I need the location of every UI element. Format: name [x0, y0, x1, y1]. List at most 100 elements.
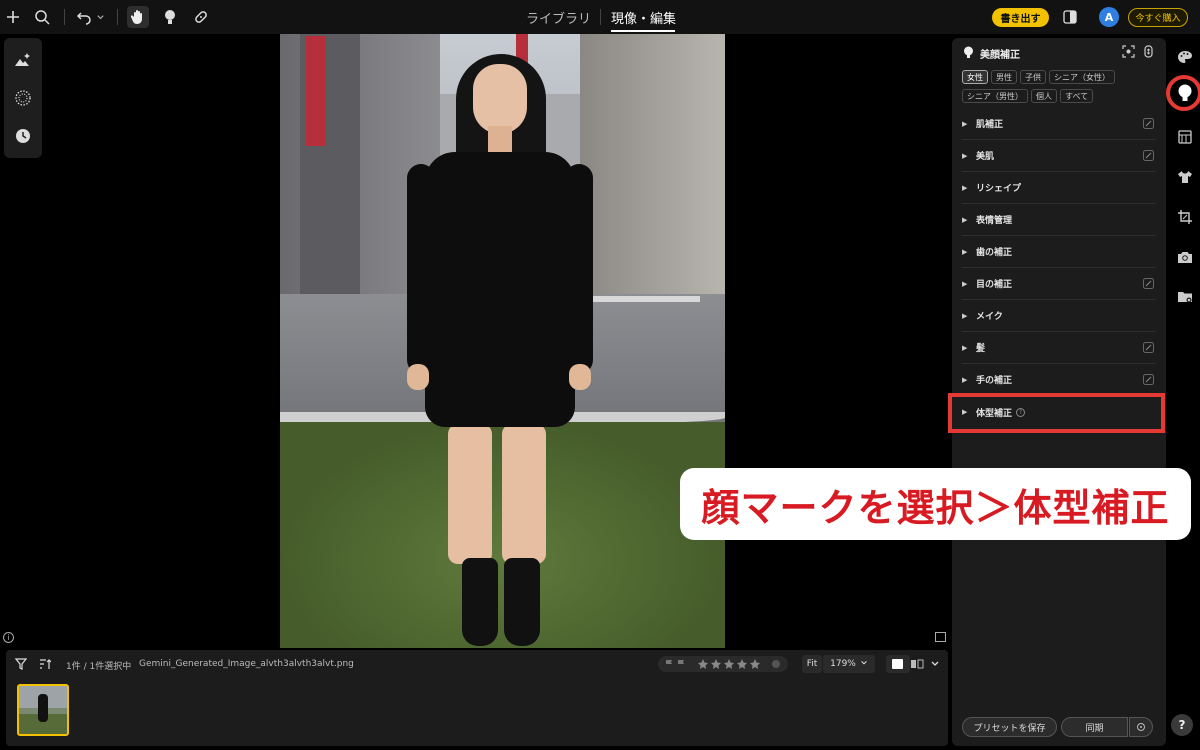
palette-icon[interactable] [1174, 46, 1196, 68]
section-label: 手の補正 [976, 376, 1013, 386]
color-label-icon [772, 660, 780, 668]
section-label: 髪 [976, 344, 986, 354]
square-icon [892, 659, 903, 669]
chip-senior-female[interactable]: シニア（女性） [1049, 70, 1115, 84]
expand-triangle-icon: ▶ [962, 151, 968, 160]
sort-icon[interactable] [34, 653, 56, 675]
selection-count: 1件 / 1件選択中 [66, 662, 132, 672]
section-label: リシェイプ [976, 184, 1022, 194]
photo-crosswalk [580, 296, 700, 302]
photo-building [580, 34, 725, 314]
section-teeth[interactable]: ▶ 歯の補正 [962, 236, 1156, 268]
hand-tool-icon[interactable] [127, 6, 149, 28]
search-icon[interactable] [31, 6, 53, 28]
tab-develop-edit[interactable]: 現像・編集 [611, 8, 676, 27]
photo-person-hand [407, 364, 429, 390]
photo-person-leg [448, 424, 492, 564]
gear-icon [1137, 723, 1145, 731]
expand-triangle-icon: ▶ [962, 247, 968, 256]
avatar[interactable]: A [1099, 7, 1119, 27]
help-button[interactable]: ? [1171, 714, 1193, 736]
panel-toggle-icon[interactable] [1059, 6, 1081, 28]
thumb-figure [38, 694, 48, 722]
thumbnail[interactable] [17, 684, 69, 736]
chip-all[interactable]: すべて [1060, 89, 1094, 103]
gradient-icon[interactable] [1174, 126, 1196, 148]
panel-title: 美顔補正 [980, 50, 1020, 61]
photo-person-boot [462, 558, 498, 646]
section-label: 美肌 [976, 152, 995, 162]
file-name: Gemini_Generated_Image_alvth3alvth3alvt.… [139, 659, 354, 669]
edit-pencil-icon[interactable] [1143, 374, 1154, 385]
section-reshape[interactable]: ▶ リシェイプ [962, 172, 1156, 204]
star-icon [698, 659, 760, 669]
divider [600, 9, 601, 25]
photo-person-boot [504, 558, 540, 646]
section-makeup[interactable]: ▶ メイク [962, 300, 1156, 332]
section-beauty-skin[interactable]: ▶ 美肌 [962, 140, 1156, 172]
section-hair[interactable]: ▶ 髪 [962, 332, 1156, 364]
chip-individual[interactable]: 個人 [1031, 89, 1057, 103]
expand-triangle-icon: ▶ [962, 119, 968, 128]
chevron-down-icon[interactable] [924, 653, 946, 675]
camera-icon[interactable] [1174, 246, 1196, 268]
expand-collapse-icon[interactable] [1142, 45, 1155, 58]
photo-person-neck [488, 126, 512, 154]
face-tool-icon[interactable] [159, 6, 181, 28]
section-eyes[interactable]: ▶ 目の補正 [962, 268, 1156, 300]
active-tab-indicator [611, 30, 675, 32]
face-detect-icon[interactable] [1122, 45, 1135, 58]
section-skin-retouch[interactable]: ▶ 肌補正 [962, 108, 1156, 140]
filmstrip: 1件 / 1件選択中 Gemini_Generated_Image_alvth3… [6, 650, 948, 746]
chevron-down-icon [860, 659, 868, 670]
book-icon[interactable] [935, 632, 946, 642]
sync-options-button[interactable] [1129, 717, 1153, 737]
chip-senior-male[interactable]: シニア（男性） [962, 89, 1028, 103]
filter-icon[interactable] [10, 653, 32, 675]
expand-triangle-icon: ▶ [962, 343, 968, 352]
zoom-select[interactable]: 179% [823, 655, 875, 673]
section-label: 目の補正 [976, 280, 1013, 290]
auto-enhance-icon[interactable] [13, 50, 33, 70]
shirt-icon[interactable] [1174, 166, 1196, 188]
add-icon[interactable] [2, 6, 24, 28]
photo-person-leg [502, 424, 546, 564]
section-expression[interactable]: ▶ 表情管理 [962, 204, 1156, 236]
edit-pencil-icon[interactable] [1143, 118, 1154, 129]
fit-button[interactable]: Fit [802, 655, 822, 673]
chip-child[interactable]: 子供 [1020, 70, 1046, 84]
rating-bar [658, 656, 788, 672]
sync-button[interactable]: 同期 [1061, 717, 1128, 737]
buy-now-button[interactable]: 今すぐ購入 [1128, 8, 1188, 27]
section-hands[interactable]: ▶ 手の補正 [962, 364, 1156, 396]
photo-person-hand [569, 364, 591, 390]
expand-triangle-icon: ▶ [962, 311, 968, 320]
edit-pencil-icon[interactable] [1143, 342, 1154, 353]
face-icon-highlight-ring [1166, 75, 1200, 111]
expand-triangle-icon: ▶ [962, 215, 968, 224]
section-label: 肌補正 [976, 120, 1004, 130]
bandage-icon[interactable] [190, 6, 212, 28]
photo-canvas[interactable] [280, 34, 725, 648]
export-button[interactable]: 書き出す [992, 8, 1049, 27]
face-icon [963, 46, 974, 58]
flag-icon [666, 660, 672, 669]
save-preset-button[interactable]: プリセットを保存 [962, 717, 1057, 737]
undo-icon[interactable] [73, 6, 95, 28]
edit-pencil-icon[interactable] [1143, 150, 1154, 161]
info-icon[interactable]: i [3, 632, 14, 643]
face-retouch-panel: 美顔補正 女性 男性 子供 シニア（女性） シニア（男性） 個人 すべて ▶ 肌… [952, 38, 1166, 746]
undo-history-chevron-icon[interactable] [93, 6, 107, 28]
photo-person-dress [425, 152, 575, 427]
chip-male[interactable]: 男性 [991, 70, 1017, 84]
noise-pattern-icon[interactable] [13, 88, 33, 108]
instruction-callout: 顔マークを選択＞体型補正 [680, 468, 1191, 540]
tab-library[interactable]: ライブラリ [526, 8, 591, 27]
crop-icon[interactable] [1174, 206, 1196, 228]
folder-settings-icon[interactable] [1174, 286, 1196, 308]
chip-female[interactable]: 女性 [962, 70, 988, 84]
history-clock-icon[interactable] [13, 126, 33, 146]
divider [64, 9, 65, 25]
expand-triangle-icon: ▶ [962, 183, 968, 192]
edit-pencil-icon[interactable] [1143, 278, 1154, 289]
